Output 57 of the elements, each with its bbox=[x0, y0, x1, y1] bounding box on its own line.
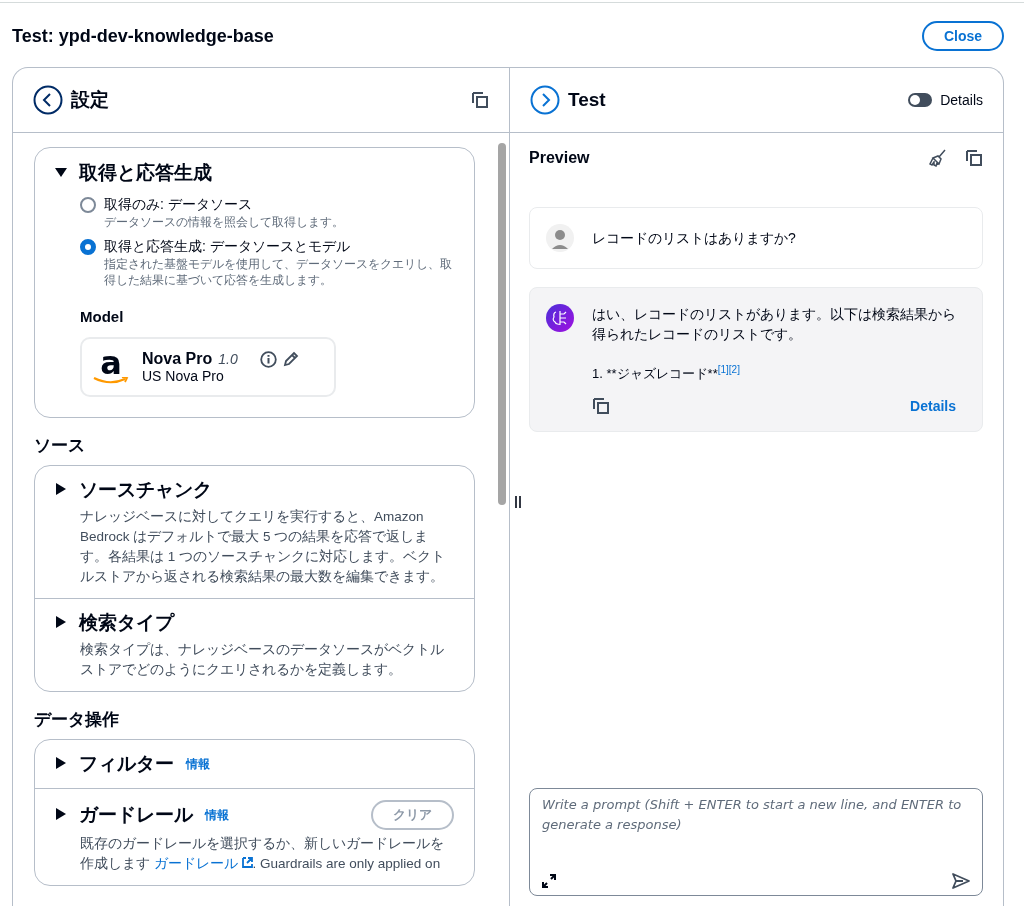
citation-link[interactable]: [1] bbox=[717, 364, 729, 375]
copy-icon[interactable] bbox=[965, 149, 983, 167]
section-title[interactable]: 取得と応答生成 bbox=[79, 160, 212, 186]
panel-title: 設定 bbox=[71, 88, 109, 112]
radio-button[interactable] bbox=[80, 239, 96, 255]
external-link-icon bbox=[241, 857, 253, 868]
section-title[interactable]: フィルター bbox=[79, 751, 174, 777]
panel-title: Test bbox=[568, 89, 606, 111]
clear-button[interactable]: クリア bbox=[371, 800, 454, 830]
info-link[interactable]: 情報 bbox=[205, 806, 229, 824]
message-text: レコードのリストはありますか? bbox=[592, 229, 796, 248]
dialog-title: Test: ypd-dev-knowledge-base bbox=[12, 25, 274, 47]
collapse-left-icon[interactable] bbox=[33, 85, 63, 115]
guardrail-link[interactable]: ガードレール bbox=[153, 856, 253, 871]
option-label[interactable]: 取得と応答生成: データソースとモデル bbox=[104, 238, 454, 256]
resize-handle-icon[interactable] bbox=[514, 496, 522, 508]
group-heading: データ操作 bbox=[34, 709, 120, 731]
model-provider: US Nova Pro bbox=[142, 368, 225, 384]
section-title[interactable]: ガードレール bbox=[79, 802, 193, 828]
user-avatar-icon bbox=[546, 224, 574, 252]
ai-avatar-icon bbox=[546, 304, 574, 332]
option-description: データソースの情報を照会して取得します。 bbox=[104, 214, 344, 230]
message-text: はい、レコードのリストがあります。以下は検索結果から得られたレコードのリストです。 bbox=[592, 305, 956, 344]
toggle-label: Details bbox=[940, 92, 983, 108]
model-version: 1.0 bbox=[218, 351, 238, 367]
option-description: 指定された基盤モデルを使用して、データソースをクエリし、取得した結果に基づいて応答を生成します。 bbox=[104, 256, 453, 288]
expand-right-icon[interactable] bbox=[530, 85, 560, 115]
prompt-field[interactable]: Write a prompt (Shift + ENTER to start a new line, and ENTER to generate a response) bbox=[529, 788, 983, 896]
info-link[interactable]: 情報 bbox=[186, 755, 210, 773]
expand-icon[interactable] bbox=[542, 874, 556, 888]
caret-right-icon[interactable] bbox=[55, 757, 67, 769]
section-description: 既存のガードレールを選択するか、新しいガードレールを作成します ガードレール . Guardrails are only applied on bbox=[80, 835, 445, 873]
caret-down-icon[interactable] bbox=[55, 166, 67, 178]
provider-logo: a bbox=[92, 349, 130, 385]
caret-right-icon[interactable] bbox=[55, 616, 67, 628]
caret-right-icon[interactable] bbox=[55, 483, 67, 495]
section-description: 検索タイプは、ナレッジベースのデータソースがベクトルストアでどのようにクエリされるかを定義します。 bbox=[80, 641, 445, 679]
details-link[interactable]: Details bbox=[910, 398, 956, 415]
option-label[interactable]: 取得のみ: データソース bbox=[104, 196, 344, 214]
group-heading: ソース bbox=[34, 435, 86, 457]
model-name: Nova Pro bbox=[142, 350, 213, 368]
section-title[interactable]: ソースチャンク bbox=[79, 477, 212, 503]
caret-right-icon[interactable] bbox=[55, 808, 67, 820]
model-label: Model bbox=[80, 308, 125, 325]
section-description: ナレッジベースに対してクエリを実行すると、Amazon Bedrock はデフォルトで最大 5 つの結果を応答で返します。各結果は 1 つのソースチャンクに対応します。ベクトルストアから返される検索結果の最大数を編集できます。 bbox=[80, 508, 446, 586]
section-title[interactable]: 検索タイプ bbox=[79, 610, 174, 636]
pencil-icon[interactable] bbox=[282, 351, 299, 367]
citation-link[interactable]: [2] bbox=[728, 364, 740, 375]
details-toggle[interactable] bbox=[908, 93, 933, 107]
copy-icon[interactable] bbox=[471, 91, 489, 109]
copy-icon[interactable] bbox=[592, 397, 610, 416]
info-icon[interactable] bbox=[259, 350, 277, 368]
preview-title: Preview bbox=[529, 149, 590, 167]
broom-icon[interactable] bbox=[929, 149, 947, 167]
send-icon[interactable] bbox=[952, 873, 970, 889]
close-button[interactable]: Close bbox=[921, 21, 1004, 51]
radio-button[interactable] bbox=[80, 197, 96, 213]
